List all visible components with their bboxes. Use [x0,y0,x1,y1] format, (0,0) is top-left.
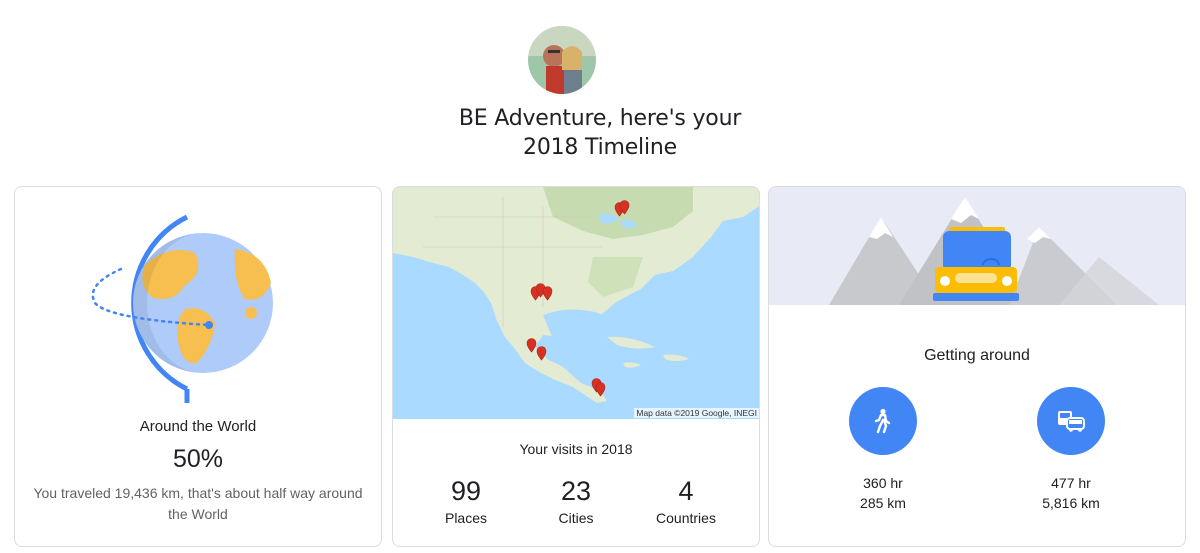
page-title-line-2: 2018 Timeline [523,135,677,160]
page-title: BE Adventure, here's your 2018 Timeline [0,104,1200,162]
walking-time: 360 hr [863,475,903,491]
visits-title: Your visits in 2018 [519,441,633,457]
walking-icon-circle [849,387,917,455]
avatar[interactable] [528,26,596,94]
vehicle-icon-circle [1037,387,1105,455]
stat-places: 99 Places [411,475,521,528]
globe-illustration [75,213,325,419]
vehicle-distance: 5,816 km [1042,495,1100,511]
stat-cities-label: Cities [558,510,594,526]
mode-vehicle[interactable]: 477 hr 5,816 km [1011,387,1131,513]
vehicle-time: 477 hr [1051,475,1091,491]
getting-around-title: Getting around [924,347,1030,364]
mode-walking[interactable]: 360 hr 285 km [823,387,943,513]
stat-places-label: Places [444,510,488,526]
vehicle-icon [1058,411,1085,432]
page-title-line-1: BE Adventure, here's your [458,106,742,131]
stat-cities-value: 23 [560,476,592,506]
stat-cities: 23 Cities [521,475,631,528]
stat-places-value: 99 [450,476,482,506]
mountains-car-illustration [769,187,1185,305]
around-the-world-card[interactable]: Around the World 50% You traveled 19,436… [14,186,382,547]
stat-countries: 4 Countries [631,475,741,528]
stat-countries-value: 4 [678,476,694,506]
map-attribution: Map data ©2019 Google, INEGI [634,408,759,418]
getting-around-card[interactable]: Getting around 360 hr 285 km 477 hr 5,81… [768,186,1186,547]
around-world-title: Around the World [139,418,257,435]
visits-card[interactable]: Map data ©2019 Google, INEGI Your visits… [392,186,760,547]
visits-map[interactable]: Map data ©2019 Google, INEGI [393,187,759,419]
around-world-description: You traveled 19,436 km, that's about hal… [33,485,363,522]
around-world-percent: 50% [172,445,224,473]
walking-icon [874,408,891,434]
walking-distance: 285 km [860,495,906,511]
stat-countries-label: Countries [656,510,716,526]
timeline-header: BE Adventure, here's your 2018 Timeline [0,0,1200,180]
